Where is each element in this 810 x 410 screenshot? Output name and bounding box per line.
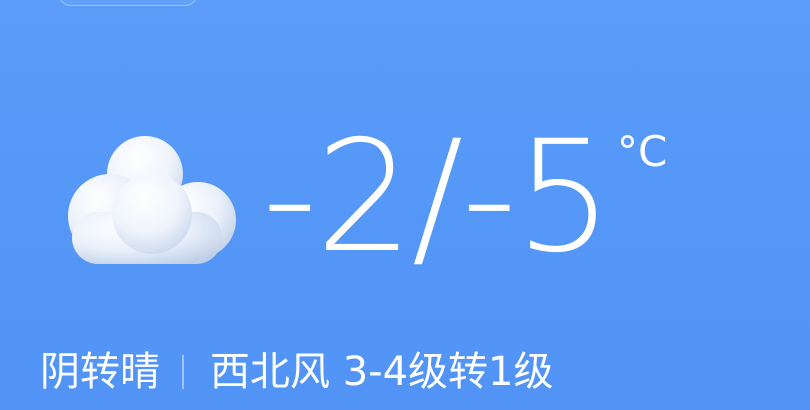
temperature-range: -2/-5 — [262, 108, 613, 287]
weather-condition: 阴转晴 — [40, 349, 160, 395]
temperature-unit: °C — [616, 127, 668, 176]
divider — [182, 355, 184, 389]
weather-details: 阴转晴 西北风 3-4级转1级 — [40, 344, 554, 400]
wind-info: 西北风 3-4级转1级 — [210, 349, 554, 395]
cloudy-icon — [50, 132, 240, 272]
top-pill — [58, 0, 198, 6]
temperature-display: -2/-5 °C — [262, 108, 667, 288]
